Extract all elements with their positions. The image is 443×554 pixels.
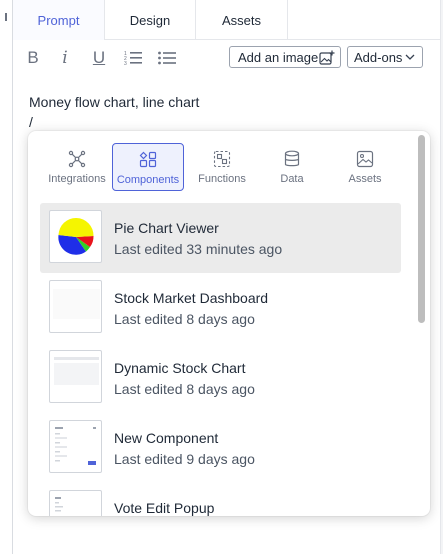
addons-dropdown[interactable]: Add-ons: [347, 46, 423, 68]
category-label: Integrations: [48, 173, 106, 185]
category-label: Data: [280, 173, 304, 185]
format-toolbar: B i U 1 2 3 Add an image Add-ons: [13, 40, 440, 76]
prompt-editor[interactable]: Money flow chart, line chart / Integrati…: [13, 76, 440, 554]
form-thumbnail: [55, 427, 96, 465]
add-image-label: Add an image: [238, 49, 319, 65]
component-thumbnail: [49, 490, 102, 516]
category-bar: Integrations Components Functions Data A…: [28, 131, 430, 195]
component-thumbnail: [49, 280, 102, 333]
item-title: Vote Edit Popup: [114, 500, 215, 516]
category-functions[interactable]: Functions: [193, 143, 251, 191]
popup-thumbnail: [55, 497, 63, 512]
functions-icon: [213, 149, 231, 169]
addons-label: Add-ons: [354, 49, 403, 65]
item-title: New Component: [114, 430, 219, 446]
svg-text:3: 3: [124, 61, 127, 66]
component-thumbnail: [49, 210, 102, 263]
category-label: Functions: [198, 173, 246, 185]
item-title: Dynamic Stock Chart: [114, 360, 246, 376]
category-integrations[interactable]: Integrations: [46, 143, 108, 191]
blank-thumbnail: [53, 289, 100, 319]
category-assets[interactable]: Assets: [338, 143, 392, 191]
database-icon: [283, 149, 301, 169]
item-subtitle: Last edited 9 days ago: [114, 451, 255, 467]
category-data[interactable]: Data: [268, 143, 316, 191]
tab-assets[interactable]: Assets: [196, 0, 288, 40]
prompt-text[interactable]: Money flow chart, line chart: [29, 94, 199, 110]
list-item-stock-market-dashboard[interactable]: Stock Market Dashboard Last edited 8 day…: [40, 273, 401, 343]
chart-thumbnail: [54, 357, 99, 385]
slash-command-text[interactable]: /: [29, 114, 33, 130]
tab-prompt[interactable]: Prompt: [13, 0, 105, 40]
components-icon: [139, 150, 157, 170]
tab-design[interactable]: Design: [105, 0, 196, 40]
item-subtitle: Last edited 33 minutes ago: [114, 241, 283, 257]
image-icon: [356, 149, 374, 169]
category-label: Components: [116, 174, 180, 186]
chevron-down-icon: [404, 51, 416, 66]
popup-scrollbar[interactable]: [417, 135, 426, 512]
category-components[interactable]: Components: [112, 143, 184, 191]
bullet-list-icon[interactable]: [157, 48, 177, 68]
item-subtitle: Last edited 8 days ago: [114, 311, 255, 327]
underline-icon[interactable]: U: [89, 48, 109, 68]
list-item-pie-chart-viewer[interactable]: Pie Chart Viewer Last edited 33 minutes …: [40, 203, 401, 273]
bullet-list-glyph: [158, 51, 176, 65]
left-panel-edge: [0, 0, 13, 554]
pie-chart-thumbnail: [58, 217, 94, 255]
ordered-list-glyph: 1 2 3: [124, 51, 142, 66]
list-item-dynamic-stock-chart[interactable]: Dynamic Stock Chart Last edited 8 days a…: [40, 343, 401, 413]
item-title: Stock Market Dashboard: [114, 290, 269, 306]
bold-icon[interactable]: B: [23, 48, 43, 68]
tab-bar: Prompt Design Assets: [13, 0, 440, 40]
scrollbar-thumb[interactable]: [418, 135, 425, 323]
list-item-vote-edit-popup[interactable]: Vote Edit Popup: [40, 483, 401, 516]
category-label: Assets: [348, 173, 382, 185]
integrations-icon: [68, 149, 86, 169]
slash-command-popup: Integrations Components Functions Data A…: [28, 131, 430, 516]
add-image-icon: [319, 50, 335, 69]
list-item-new-component[interactable]: New Component Last edited 9 days ago: [40, 413, 401, 483]
component-list: Pie Chart Viewer Last edited 33 minutes …: [28, 203, 418, 516]
italic-icon[interactable]: i: [55, 48, 75, 68]
item-title: Pie Chart Viewer: [114, 220, 219, 236]
component-thumbnail: [49, 420, 102, 473]
ordered-list-icon[interactable]: 1 2 3: [123, 48, 143, 68]
edge-marker: [5, 13, 7, 21]
component-thumbnail: [49, 350, 102, 403]
item-subtitle: Last edited 8 days ago: [114, 381, 255, 397]
add-image-button[interactable]: Add an image: [229, 46, 341, 68]
